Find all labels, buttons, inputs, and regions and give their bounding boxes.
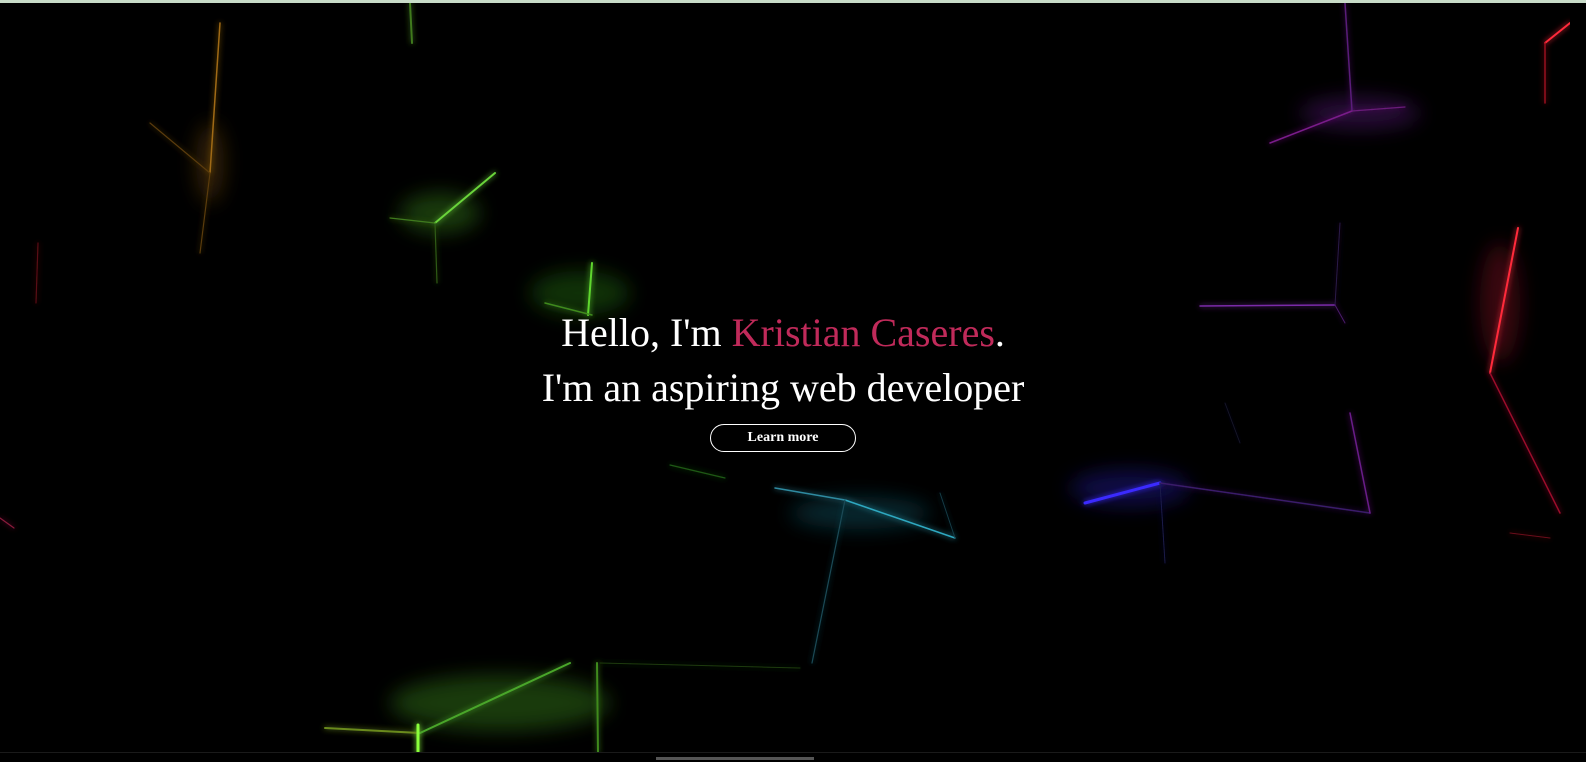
- greeting-text: Hello, I'm: [561, 310, 732, 355]
- hero-subtitle: I'm an aspiring web developer: [541, 365, 1025, 410]
- window-right-edge: [1570, 3, 1586, 762]
- hero-name: Kristian Caseres: [731, 310, 995, 355]
- learn-more-button[interactable]: Learn more: [710, 424, 856, 452]
- hero-greeting: Hello, I'm Kristian Caseres.: [0, 306, 1566, 360]
- page: Hello, I'm Kristian Caseres. I'm an aspi…: [0, 0, 1586, 762]
- greeting-period: .: [994, 310, 1005, 355]
- scrollbar-thumb[interactable]: [656, 757, 814, 760]
- hero-section: Hello, I'm Kristian Caseres. I'm an aspi…: [0, 306, 1566, 452]
